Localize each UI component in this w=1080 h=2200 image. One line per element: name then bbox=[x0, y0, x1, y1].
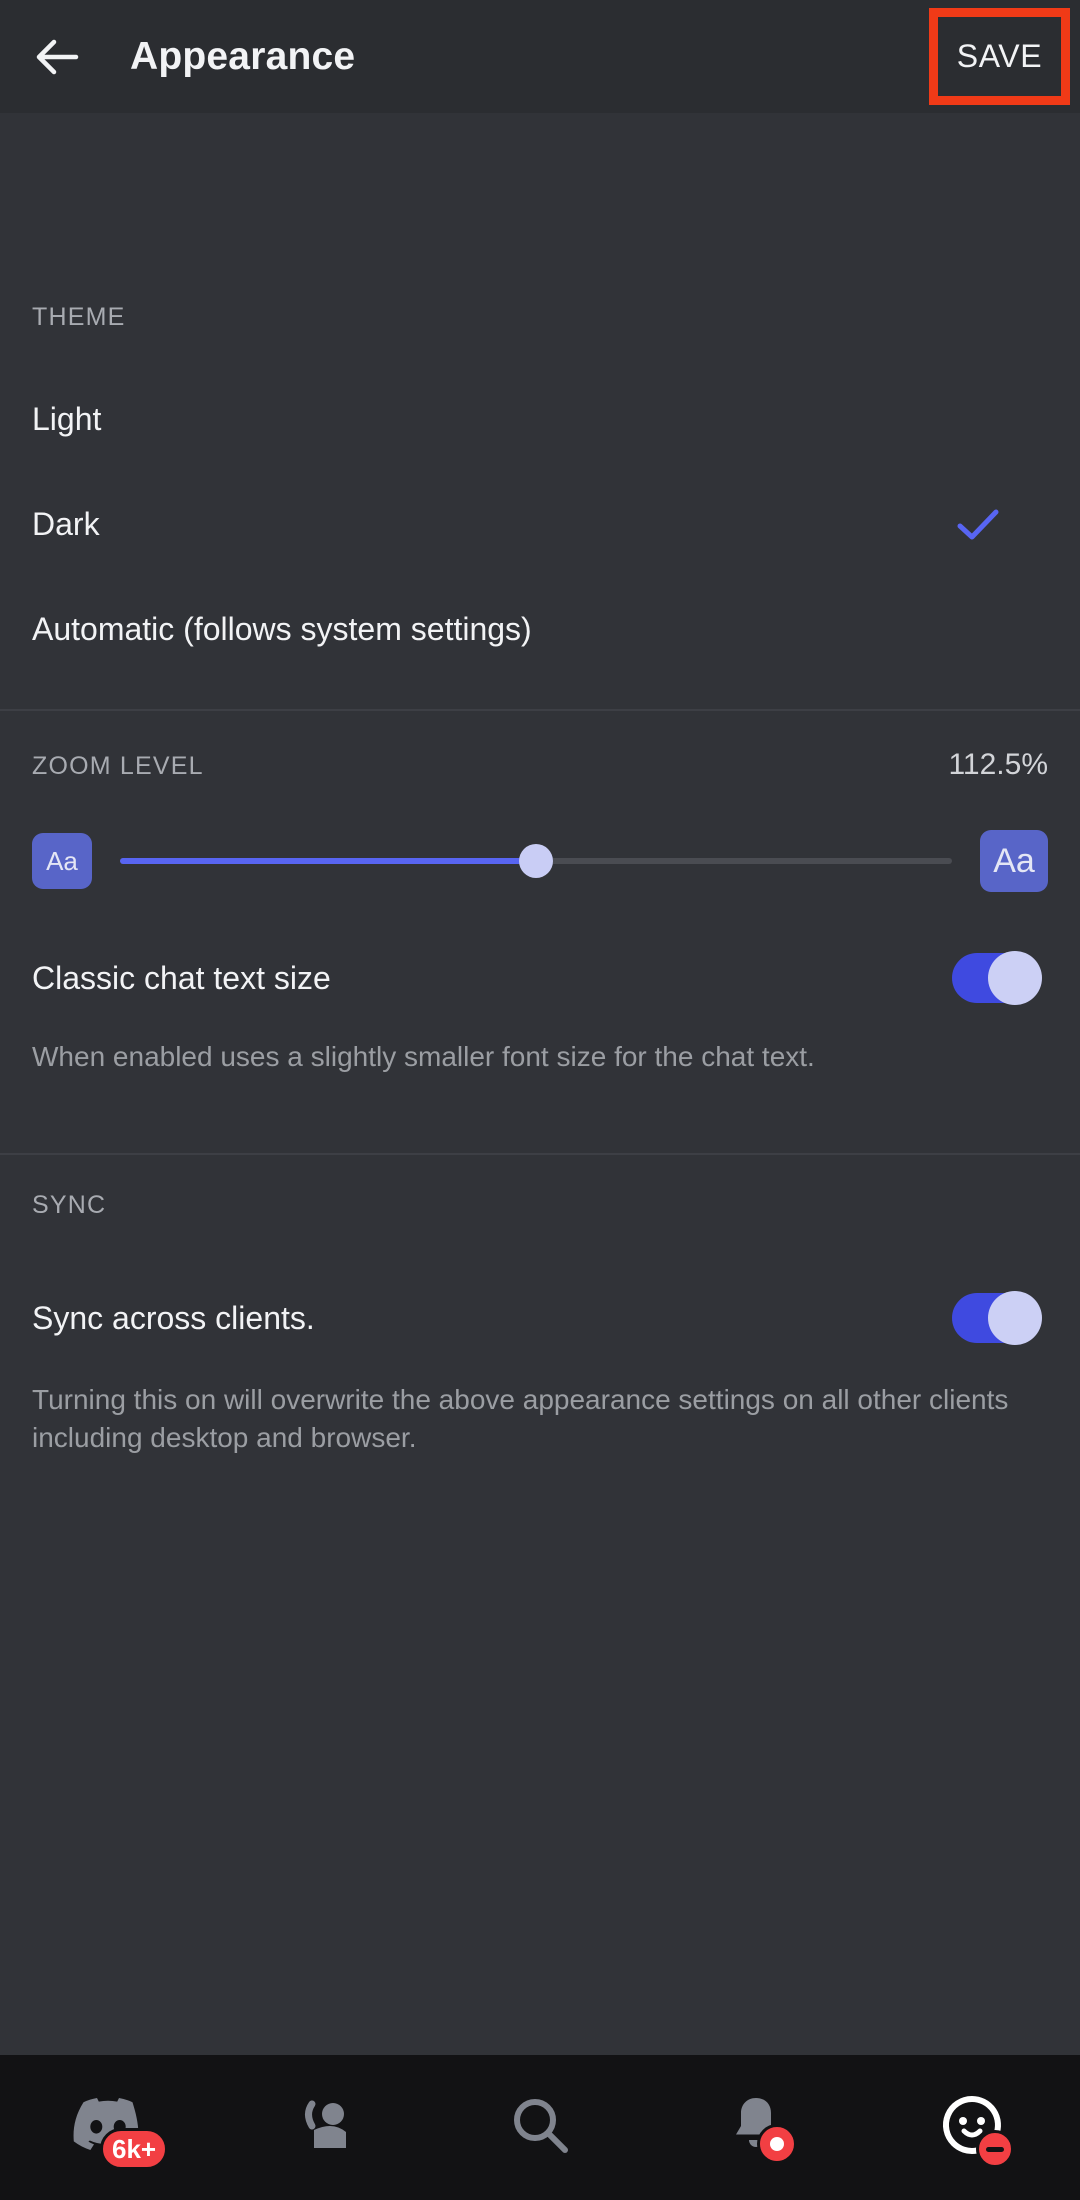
zoom-level-value: 112.5% bbox=[948, 748, 1048, 781]
status-badge-dnd bbox=[976, 2130, 1014, 2168]
page-title: Appearance bbox=[130, 34, 356, 78]
zoom-level-label: ZOOM LEVEL bbox=[32, 752, 204, 780]
section-divider bbox=[0, 709, 1080, 711]
search-icon bbox=[509, 2094, 571, 2161]
discord-servers-icon: 6k+ bbox=[72, 2096, 169, 2170]
theme-option-label: Dark bbox=[32, 506, 100, 542]
theme-option-label: Automatic (follows system settings) bbox=[32, 611, 532, 647]
nav-item-friends[interactable] bbox=[216, 2055, 432, 2200]
sync-section-label: SYNC bbox=[32, 1191, 107, 1219]
theme-option-light[interactable]: Light bbox=[32, 401, 101, 438]
theme-option-dark[interactable]: Dark bbox=[32, 506, 1048, 543]
user-avatar-icon bbox=[940, 2094, 1014, 2168]
zoom-slider[interactable] bbox=[120, 841, 952, 881]
decrease-text-size-button[interactable]: Aa bbox=[32, 833, 92, 889]
check-icon bbox=[956, 508, 1000, 547]
classic-chat-text-size-label: Classic chat text size bbox=[32, 959, 331, 996]
friends-icon bbox=[292, 2096, 356, 2159]
section-divider bbox=[0, 1153, 1080, 1155]
nav-item-servers[interactable]: 6k+ bbox=[0, 2055, 216, 2200]
save-button-label: SAVE bbox=[956, 38, 1043, 74]
sync-across-clients-row[interactable]: Sync across clients. bbox=[0, 1291, 1080, 1345]
notifications-unread-badge bbox=[757, 2124, 797, 2164]
settings-body: THEME Light Dark Automatic (follows syst… bbox=[0, 113, 1080, 2055]
sync-across-clients-label: Sync across clients. bbox=[32, 1299, 315, 1336]
toggle-knob bbox=[988, 951, 1042, 1005]
slider-fill bbox=[120, 858, 536, 864]
classic-chat-text-size-toggle[interactable] bbox=[952, 951, 1042, 1005]
save-button[interactable]: SAVE bbox=[929, 8, 1070, 105]
aa-small-label: Aa bbox=[46, 845, 78, 876]
nav-item-profile[interactable] bbox=[864, 2055, 1080, 2200]
slider-thumb[interactable] bbox=[519, 844, 553, 878]
sync-across-clients-description: Turning this on will overwrite the above… bbox=[32, 1384, 1009, 1453]
theme-section-label: THEME bbox=[32, 303, 126, 331]
appearance-settings-screen: Appearance SAVE THEME Light Dark Automat… bbox=[0, 0, 1080, 2200]
theme-option-automatic[interactable]: Automatic (follows system settings) bbox=[32, 611, 532, 648]
classic-chat-text-size-row[interactable]: Classic chat text size bbox=[0, 951, 1080, 1005]
servers-unread-badge: 6k+ bbox=[100, 2128, 169, 2170]
notifications-bell-icon bbox=[727, 2094, 797, 2164]
zoom-level-header: ZOOM LEVEL 112.5% bbox=[0, 748, 1080, 782]
app-header: Appearance SAVE bbox=[0, 0, 1080, 113]
bottom-navigation-bar: 6k+ bbox=[0, 2055, 1080, 2200]
classic-chat-text-size-description: When enabled uses a slightly smaller fon… bbox=[32, 1041, 815, 1072]
nav-item-search[interactable] bbox=[432, 2055, 648, 2200]
toggle-knob bbox=[988, 1291, 1042, 1345]
sync-across-clients-toggle[interactable] bbox=[952, 1291, 1042, 1345]
theme-option-label: Light bbox=[32, 401, 102, 437]
zoom-slider-row: Aa Aa bbox=[0, 830, 1080, 892]
back-arrow-icon[interactable] bbox=[30, 30, 84, 84]
increase-text-size-button[interactable]: Aa bbox=[980, 830, 1048, 892]
aa-large-label: Aa bbox=[993, 841, 1035, 880]
nav-item-notifications[interactable] bbox=[648, 2055, 864, 2200]
